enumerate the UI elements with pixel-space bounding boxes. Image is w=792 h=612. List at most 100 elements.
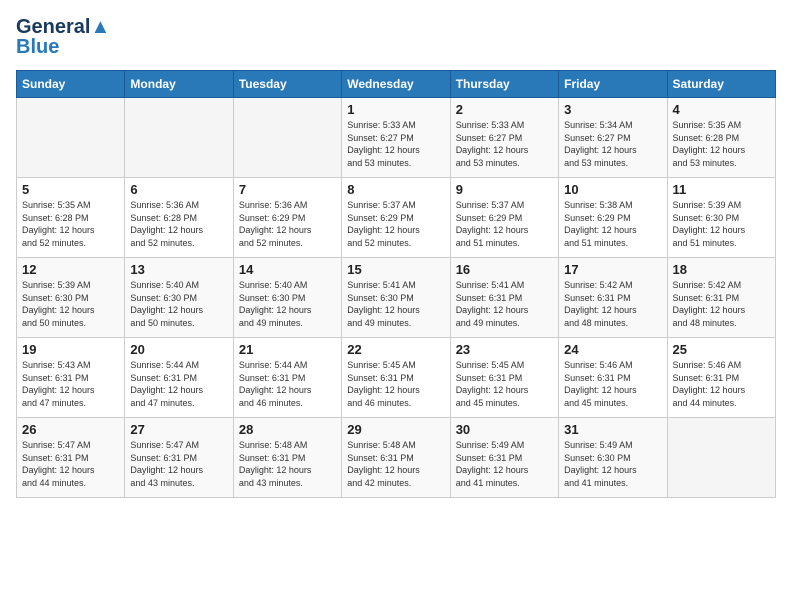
day-info: Sunrise: 5:38 AM Sunset: 6:29 PM Dayligh… (564, 199, 661, 249)
calendar-cell: 13 Sunrise: 5:40 AM Sunset: 6:30 PM Dayli… (125, 258, 233, 338)
day-info: Sunrise: 5:40 AM Sunset: 6:30 PM Dayligh… (239, 279, 336, 329)
calendar-cell: 5 Sunrise: 5:35 AM Sunset: 6:28 PM Daylig… (17, 178, 125, 258)
header-saturday: Saturday (667, 71, 775, 98)
weekday-row: Sunday Monday Tuesday Wednesday Thursday… (17, 71, 776, 98)
day-number: 29 (347, 422, 444, 437)
day-number: 17 (564, 262, 661, 277)
day-info: Sunrise: 5:33 AM Sunset: 6:27 PM Dayligh… (347, 119, 444, 169)
calendar-cell (233, 98, 341, 178)
day-info: Sunrise: 5:47 AM Sunset: 6:31 PM Dayligh… (22, 439, 119, 489)
day-number: 25 (673, 342, 770, 357)
calendar-cell: 9 Sunrise: 5:37 AM Sunset: 6:29 PM Daylig… (450, 178, 558, 258)
calendar-cell: 21 Sunrise: 5:44 AM Sunset: 6:31 PM Dayli… (233, 338, 341, 418)
calendar-cell: 18 Sunrise: 5:42 AM Sunset: 6:31 PM Dayli… (667, 258, 775, 338)
day-info: Sunrise: 5:33 AM Sunset: 6:27 PM Dayligh… (456, 119, 553, 169)
calendar-cell: 19 Sunrise: 5:43 AM Sunset: 6:31 PM Dayli… (17, 338, 125, 418)
header-sunday: Sunday (17, 71, 125, 98)
day-number: 19 (22, 342, 119, 357)
day-number: 21 (239, 342, 336, 357)
day-info: Sunrise: 5:48 AM Sunset: 6:31 PM Dayligh… (347, 439, 444, 489)
day-info: Sunrise: 5:39 AM Sunset: 6:30 PM Dayligh… (22, 279, 119, 329)
calendar-cell: 29 Sunrise: 5:48 AM Sunset: 6:31 PM Dayli… (342, 418, 450, 498)
day-number: 22 (347, 342, 444, 357)
calendar-cell: 1 Sunrise: 5:33 AM Sunset: 6:27 PM Daylig… (342, 98, 450, 178)
calendar-cell: 8 Sunrise: 5:37 AM Sunset: 6:29 PM Daylig… (342, 178, 450, 258)
day-number: 13 (130, 262, 227, 277)
day-info: Sunrise: 5:42 AM Sunset: 6:31 PM Dayligh… (564, 279, 661, 329)
day-number: 28 (239, 422, 336, 437)
day-info: Sunrise: 5:43 AM Sunset: 6:31 PM Dayligh… (22, 359, 119, 409)
day-info: Sunrise: 5:41 AM Sunset: 6:31 PM Dayligh… (456, 279, 553, 329)
calendar-cell (17, 98, 125, 178)
calendar-cell: 25 Sunrise: 5:46 AM Sunset: 6:31 PM Dayli… (667, 338, 775, 418)
logo: General▲ Blue (16, 16, 110, 58)
calendar-cell: 12Sunrise: 5:39 AM Sunset: 6:30 PM Dayli… (17, 258, 125, 338)
calendar-cell (125, 98, 233, 178)
day-number: 2 (456, 102, 553, 117)
day-info: Sunrise: 5:35 AM Sunset: 6:28 PM Dayligh… (22, 199, 119, 249)
calendar-cell: 22 Sunrise: 5:45 AM Sunset: 6:31 PM Dayli… (342, 338, 450, 418)
day-info: Sunrise: 5:34 AM Sunset: 6:27 PM Dayligh… (564, 119, 661, 169)
day-number: 26 (22, 422, 119, 437)
day-info: Sunrise: 5:45 AM Sunset: 6:31 PM Dayligh… (456, 359, 553, 409)
calendar-cell: 4Sunrise: 5:35 AM Sunset: 6:28 PM Daylig… (667, 98, 775, 178)
calendar-cell: 20 Sunrise: 5:44 AM Sunset: 6:31 PM Dayli… (125, 338, 233, 418)
logo-text: General▲ (16, 16, 110, 38)
calendar-cell: 14 Sunrise: 5:40 AM Sunset: 6:30 PM Dayli… (233, 258, 341, 338)
page-header: General▲ Blue (16, 16, 776, 58)
calendar-cell: 3 Sunrise: 5:34 AM Sunset: 6:27 PM Daylig… (559, 98, 667, 178)
calendar-cell: 26 Sunrise: 5:47 AM Sunset: 6:31 PM Dayli… (17, 418, 125, 498)
calendar-cell: 28Sunrise: 5:48 AM Sunset: 6:31 PM Dayli… (233, 418, 341, 498)
day-number: 1 (347, 102, 444, 117)
calendar-cell: 23Sunrise: 5:45 AM Sunset: 6:31 PM Dayli… (450, 338, 558, 418)
day-info: Sunrise: 5:39 AM Sunset: 6:30 PM Dayligh… (673, 199, 770, 249)
calendar-cell: 2 Sunrise: 5:33 AM Sunset: 6:27 PM Daylig… (450, 98, 558, 178)
day-info: Sunrise: 5:41 AM Sunset: 6:30 PM Dayligh… (347, 279, 444, 329)
day-info: Sunrise: 5:42 AM Sunset: 6:31 PM Dayligh… (673, 279, 770, 329)
day-number: 20 (130, 342, 227, 357)
day-info: Sunrise: 5:37 AM Sunset: 6:29 PM Dayligh… (347, 199, 444, 249)
calendar-week-row: 5 Sunrise: 5:35 AM Sunset: 6:28 PM Daylig… (17, 178, 776, 258)
day-info: Sunrise: 5:40 AM Sunset: 6:30 PM Dayligh… (130, 279, 227, 329)
logo-blue: Blue (16, 36, 110, 58)
calendar-header: Sunday Monday Tuesday Wednesday Thursday… (17, 71, 776, 98)
calendar-week-row: 19 Sunrise: 5:43 AM Sunset: 6:31 PM Dayli… (17, 338, 776, 418)
calendar-cell: 16 Sunrise: 5:41 AM Sunset: 6:31 PM Dayli… (450, 258, 558, 338)
calendar-cell: 17 Sunrise: 5:42 AM Sunset: 6:31 PM Dayli… (559, 258, 667, 338)
day-number: 7 (239, 182, 336, 197)
day-info: Sunrise: 5:36 AM Sunset: 6:29 PM Dayligh… (239, 199, 336, 249)
day-info: Sunrise: 5:37 AM Sunset: 6:29 PM Dayligh… (456, 199, 553, 249)
day-info: Sunrise: 5:44 AM Sunset: 6:31 PM Dayligh… (239, 359, 336, 409)
day-info: Sunrise: 5:49 AM Sunset: 6:31 PM Dayligh… (456, 439, 553, 489)
calendar-cell: 27Sunrise: 5:47 AM Sunset: 6:31 PM Dayli… (125, 418, 233, 498)
calendar-cell: 30Sunrise: 5:49 AM Sunset: 6:31 PM Dayli… (450, 418, 558, 498)
calendar-week-row: 1 Sunrise: 5:33 AM Sunset: 6:27 PM Daylig… (17, 98, 776, 178)
calendar-cell: 7 Sunrise: 5:36 AM Sunset: 6:29 PM Daylig… (233, 178, 341, 258)
header-friday: Friday (559, 71, 667, 98)
calendar-cell: 24 Sunrise: 5:46 AM Sunset: 6:31 PM Dayli… (559, 338, 667, 418)
day-number: 5 (22, 182, 119, 197)
header-monday: Monday (125, 71, 233, 98)
day-info: Sunrise: 5:49 AM Sunset: 6:30 PM Dayligh… (564, 439, 661, 489)
day-number: 9 (456, 182, 553, 197)
day-number: 3 (564, 102, 661, 117)
header-wednesday: Wednesday (342, 71, 450, 98)
day-info: Sunrise: 5:46 AM Sunset: 6:31 PM Dayligh… (673, 359, 770, 409)
calendar-cell: 10 Sunrise: 5:38 AM Sunset: 6:29 PM Dayli… (559, 178, 667, 258)
day-number: 24 (564, 342, 661, 357)
day-number: 16 (456, 262, 553, 277)
calendar-cell: 11Sunrise: 5:39 AM Sunset: 6:30 PM Dayli… (667, 178, 775, 258)
day-info: Sunrise: 5:35 AM Sunset: 6:28 PM Dayligh… (673, 119, 770, 169)
day-info: Sunrise: 5:45 AM Sunset: 6:31 PM Dayligh… (347, 359, 444, 409)
header-tuesday: Tuesday (233, 71, 341, 98)
day-number: 14 (239, 262, 336, 277)
day-number: 10 (564, 182, 661, 197)
day-info: Sunrise: 5:46 AM Sunset: 6:31 PM Dayligh… (564, 359, 661, 409)
header-thursday: Thursday (450, 71, 558, 98)
day-info: Sunrise: 5:36 AM Sunset: 6:28 PM Dayligh… (130, 199, 227, 249)
calendar-week-row: 12Sunrise: 5:39 AM Sunset: 6:30 PM Dayli… (17, 258, 776, 338)
day-number: 8 (347, 182, 444, 197)
day-number: 27 (130, 422, 227, 437)
day-number: 18 (673, 262, 770, 277)
day-info: Sunrise: 5:44 AM Sunset: 6:31 PM Dayligh… (130, 359, 227, 409)
